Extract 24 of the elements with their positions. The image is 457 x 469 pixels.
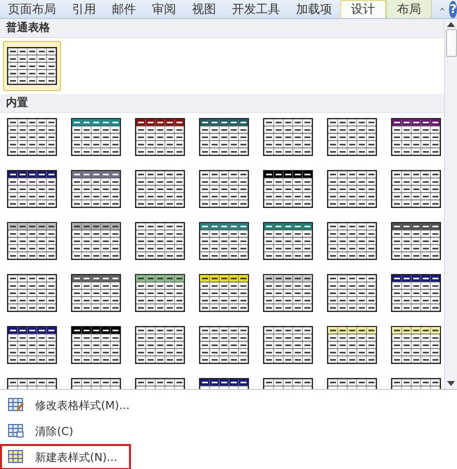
section-header: 内置 <box>0 94 444 113</box>
scroll-up-icon[interactable] <box>447 22 455 27</box>
ribbon-tab[interactable]: 布局 <box>386 0 432 18</box>
scroll-bar[interactable] <box>444 19 457 389</box>
section-header: 普通表格 <box>0 19 444 38</box>
ribbon-tab[interactable]: 邮件 <box>104 0 144 18</box>
ribbon-tab[interactable]: 视图 <box>184 0 224 18</box>
ribbon-tab[interactable]: 引用 <box>64 0 104 18</box>
menu-item[interactable]: 新建表样式(N)... <box>0 444 132 469</box>
collapse-caret-icon[interactable] <box>440 5 444 13</box>
table-style-thumbnail[interactable] <box>3 41 61 91</box>
table-pencil-icon <box>8 398 24 412</box>
ribbon-tab[interactable]: 开发工具 <box>224 0 288 18</box>
table-eraser-icon <box>8 424 24 438</box>
ribbon-tab[interactable]: 页面布局 <box>0 0 64 18</box>
menu-item[interactable]: 修改表格样式(M)... <box>0 392 144 418</box>
menu-item[interactable]: 清除(C) <box>0 418 88 444</box>
table-grid-icon <box>8 450 24 464</box>
ribbon-tab[interactable]: 加载项 <box>288 0 340 18</box>
scroll-down-icon[interactable] <box>447 381 455 386</box>
ribbon-tab[interactable]: 审阅 <box>144 0 184 18</box>
ribbon-tab[interactable]: 设计 <box>340 0 386 18</box>
scroll-thumb[interactable] <box>446 29 456 57</box>
help-icon[interactable]: ? <box>449 0 457 18</box>
